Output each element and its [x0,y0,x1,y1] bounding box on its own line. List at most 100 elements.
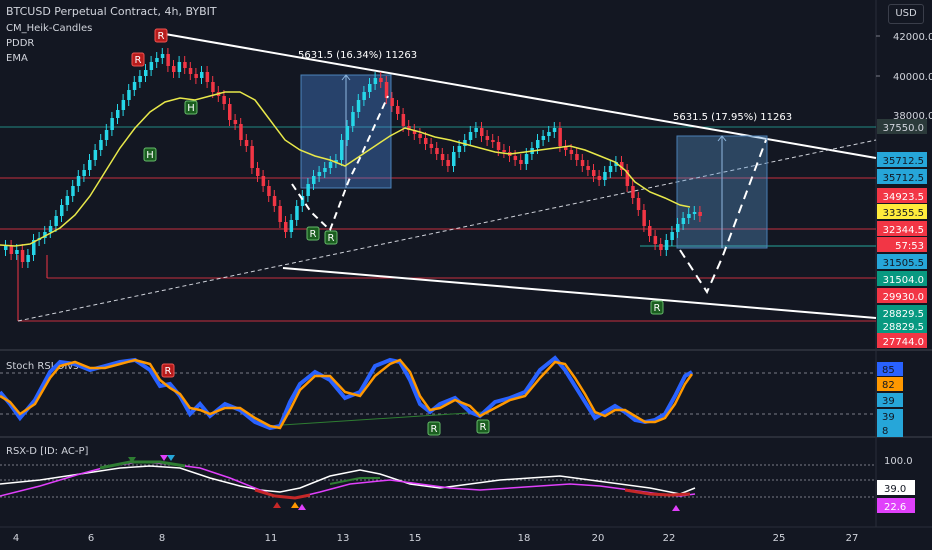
svg-text:H: H [187,103,195,114]
candle-body [323,168,327,172]
rsx-title[interactable]: RSX-D [ID: AC-P] [6,446,89,457]
price-label: 32344.5 [883,225,924,236]
candle-body [373,78,378,84]
candle-body [642,210,646,226]
candle-body [457,146,462,152]
candle-body [536,140,540,148]
candle-body [558,128,562,146]
svg-text:R: R [310,229,317,240]
candle-body [636,198,641,210]
rsi-value-labels: 85 82 39 39 8 [877,362,903,437]
candle-body [233,120,238,124]
candle-body [267,186,271,196]
candle-body [76,176,81,186]
candle-body [54,216,58,226]
candle-body [390,98,394,106]
time-label: 13 [337,533,350,544]
lower-trendline [282,267,877,319]
rsx-value: 22.6 [884,502,906,513]
chart-canvas[interactable]: R R H H R R R 5631.5 (16.34%) 11263 5631… [0,0,932,550]
rsi-value: 85 [882,365,895,376]
candle-body [480,128,484,136]
candle-body [692,212,697,214]
measure-box-right[interactable] [676,135,768,249]
svg-text:R: R [135,55,142,66]
candle-body [244,140,249,146]
symbol-title[interactable]: BTCUSD Perpetual Contract, 4h, BYBIT [6,5,217,18]
indicator-cm-heik[interactable]: CM_Heik-Candles [6,23,92,34]
currency-button[interactable]: USD [888,4,924,24]
candle-body [687,214,691,218]
candle-body [328,162,333,168]
price-label: 34923.5 [883,192,924,203]
svg-text:R: R [480,422,487,433]
candle-body [26,255,30,262]
candle-body [396,106,400,114]
candle-body [362,92,366,100]
candle-body [648,226,652,236]
candle-body [211,82,215,92]
rsx-value: 39.0 [884,484,906,495]
candle-body [485,136,490,140]
svg-text:R: R [328,233,335,244]
candle-body [502,150,506,152]
rsi-value: 82 [882,380,895,391]
indicator-pddr[interactable]: PDDR [6,38,34,49]
candle-body [239,124,243,140]
price-label: 28829.5 [883,322,924,333]
candle-body [65,196,70,205]
candle-body [200,72,204,78]
candle-body [144,70,148,76]
price-label: 27744.0 [883,337,924,348]
candle-body [60,205,64,216]
candle-body [586,166,590,170]
candle-body [15,250,19,254]
candle-body [676,224,680,232]
time-label: 4 [13,533,19,544]
time-axis[interactable]: 4 6 8 11 13 15 18 20 22 25 27 [13,533,859,544]
price-label: 35712.5 [883,156,924,167]
candle-body [295,206,299,220]
candle-body [603,172,607,180]
candle-body [597,176,602,180]
candle-body [440,154,445,160]
svg-text:40000.0: 40000.0 [893,72,932,83]
measure-right-label: 5631.5 (17.95%) 11263 [673,112,792,123]
candle-body [418,134,422,138]
indicator-ema[interactable]: EMA [6,53,28,64]
candle-body [222,96,226,104]
candle-body [155,58,159,62]
candle-body [71,186,75,196]
svg-text:H: H [146,150,154,161]
time-label: 6 [88,533,94,544]
candle-body [496,142,501,150]
candle-body [446,160,450,166]
candle-body [552,128,557,132]
candle-body [149,62,154,70]
price-axis[interactable]: 42000.0 40000.0 38000.0 [876,32,932,122]
svg-text:42000.0: 42000.0 [893,32,932,43]
candle-body [368,84,372,92]
candle-body [132,82,137,90]
candle-body [194,74,198,78]
rsi-value: 8 [882,426,888,437]
candle-body [172,66,176,72]
svg-text:R: R [158,31,165,42]
candle-body [104,130,109,140]
svg-text:R: R [654,303,661,314]
candle-body [99,140,103,150]
candle-body [670,232,674,240]
candle-body [384,82,389,98]
time-label: 8 [159,533,165,544]
candle-body [424,138,428,144]
candle-body [289,220,294,232]
rsi-value-bg [877,423,903,437]
rsx-markers [128,455,680,511]
pivot-markers: R R H H R R R [131,28,664,315]
stoch-rsi-d-line [0,358,694,430]
candle-body [340,140,344,160]
candle-body [183,62,187,68]
rsi-value: 39 [882,412,895,423]
candle-body [110,118,114,130]
time-label: 11 [265,533,278,544]
